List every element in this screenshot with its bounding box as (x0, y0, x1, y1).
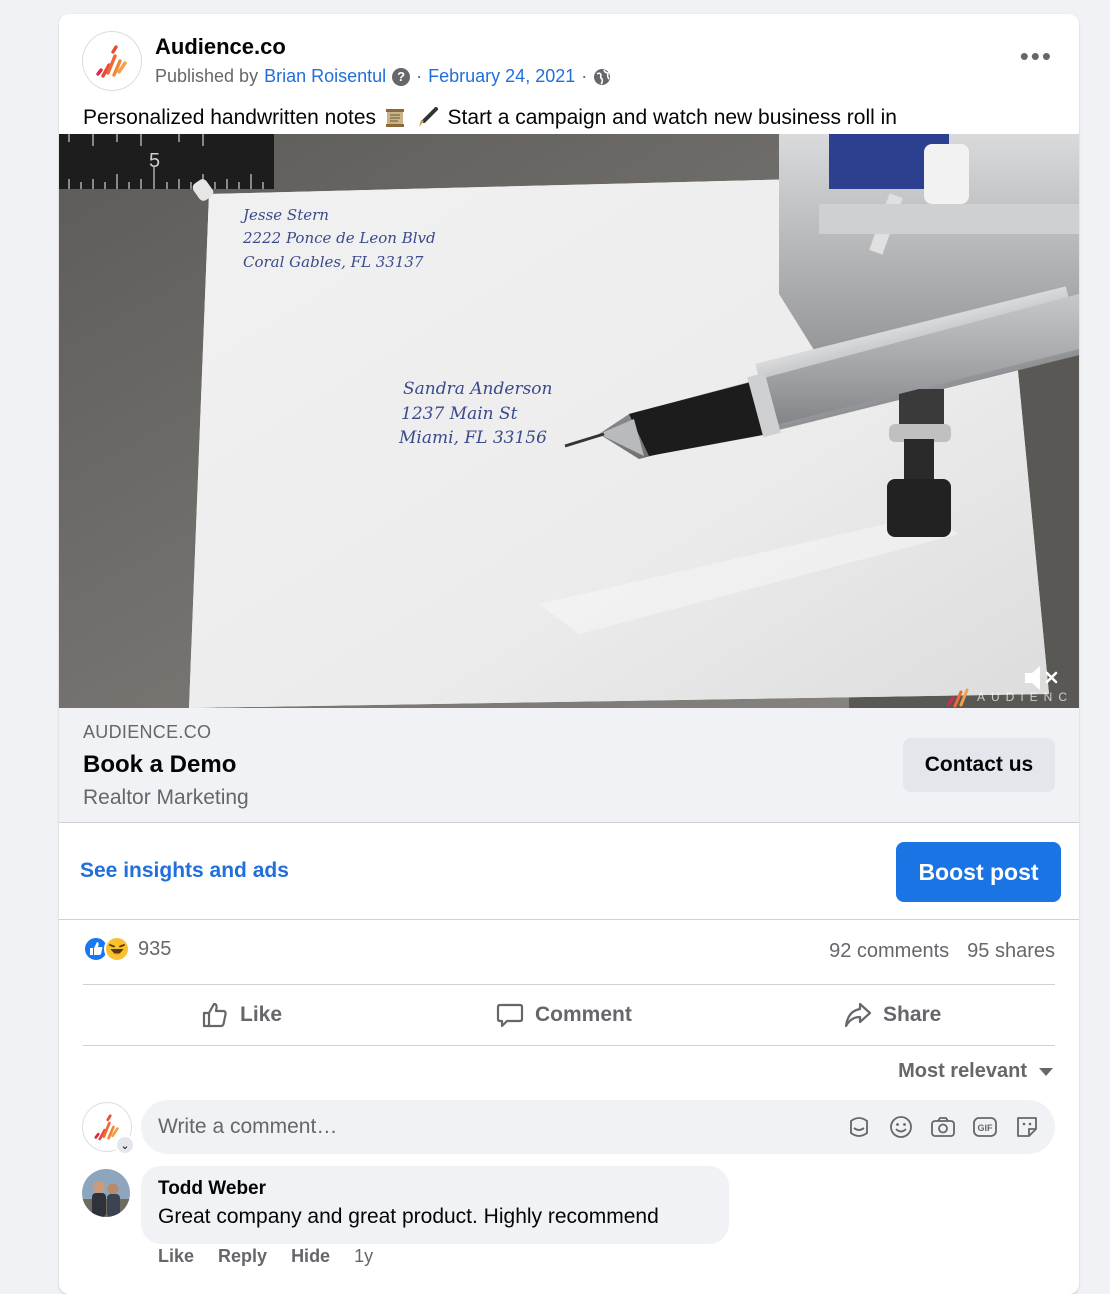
more-options-icon[interactable]: ••• (1020, 43, 1053, 69)
composer-icons: GIF (845, 1113, 1041, 1141)
post-card: Audience.co Published by Brian Roisentul… (59, 14, 1079, 1294)
help-icon[interactable]: ? (392, 67, 411, 86)
engagement-stats: 92 comments 95 shares (829, 940, 1055, 963)
share-button[interactable]: Share (843, 985, 941, 1045)
shares-count[interactable]: 95 shares (967, 940, 1055, 963)
avatar-sticker-icon[interactable] (845, 1113, 873, 1141)
commenter-photo (82, 1169, 130, 1217)
sticker-icon[interactable] (1013, 1113, 1041, 1141)
gif-icon[interactable]: GIF (971, 1113, 999, 1141)
ruler-number: 5 (149, 150, 160, 172)
like-button[interactable]: Like (200, 985, 282, 1045)
page-name[interactable]: Audience.co (155, 34, 286, 60)
emoji-icon[interactable] (887, 1113, 915, 1141)
reaction-count: 935 (138, 937, 172, 960)
camera-icon[interactable] (929, 1113, 957, 1141)
author-link[interactable]: Brian Roisentul (264, 66, 386, 87)
published-by-label: Published by (155, 66, 259, 86)
like-label: Like (240, 1003, 283, 1026)
svg-text:GIF: GIF (978, 1123, 994, 1133)
comment-placeholder: Write a comment… (158, 1115, 338, 1138)
comment-like-link[interactable]: Like (158, 1246, 194, 1267)
comment-button[interactable]: Comment (495, 985, 632, 1045)
contact-us-button[interactable]: Contact us (903, 738, 1055, 792)
post-date[interactable]: February 24, 2021 (428, 66, 575, 87)
caption-text-start: Personalized handwritten notes (83, 106, 377, 129)
comment-hide-link[interactable]: Hide (291, 1246, 330, 1267)
recipient-address-line: 1237 Main St (401, 404, 518, 424)
caption-text-end: Start a campaign and watch new business … (447, 106, 897, 129)
comment-text: Great company and great product. Highly … (158, 1205, 659, 1228)
thumbs-up-icon (202, 1002, 227, 1028)
meta-separator: · (416, 66, 423, 86)
comment-actions: Like Reply Hide 1y (158, 1246, 373, 1267)
scroll-emoji-icon (385, 109, 404, 128)
post-meta: Published by Brian Roisentul ? · Februar… (155, 66, 611, 87)
recipient-address-line: Sandra Anderson (403, 379, 552, 399)
comment-age[interactable]: 1y (354, 1246, 373, 1267)
preview-title[interactable]: Book a Demo (83, 751, 236, 779)
comment-label: Comment (535, 1003, 632, 1026)
commenter-avatar[interactable] (82, 1169, 130, 1217)
haha-reaction-icon (104, 936, 130, 962)
return-address-line: Coral Gables, FL 33137 (243, 253, 424, 271)
return-address-line: Jesse Stern (240, 206, 329, 224)
return-address-line: 2222 Ponce de Leon Blvd (242, 229, 436, 247)
commenter-name[interactable]: Todd Weber (158, 1178, 266, 1200)
share-label: Share (883, 1003, 942, 1026)
caret-down-icon (1039, 1067, 1053, 1076)
link-preview[interactable]: AUDIENCE.CO Book a Demo Realtor Marketin… (59, 708, 1079, 823)
sort-label: Most relevant (898, 1060, 1027, 1082)
page-avatar[interactable] (82, 31, 142, 91)
meta-separator: · (581, 66, 588, 86)
video-frame: 5 Jesse Stern 2222 Ponce de Leon Blvd Co… (59, 134, 1079, 708)
action-bar: Like Comment Share (83, 984, 1055, 1046)
chevron-down-icon[interactable]: ⌄ (115, 1135, 135, 1155)
share-arrow-icon (844, 1002, 872, 1028)
preview-subtitle: Realtor Marketing (83, 786, 249, 809)
comment-bubble-icon (496, 1003, 524, 1028)
comments-count[interactable]: 92 comments (829, 940, 949, 963)
comment-input[interactable]: Write a comment… GIF (141, 1100, 1055, 1154)
comment-reply-link[interactable]: Reply (218, 1246, 267, 1267)
audience-logo-icon (96, 45, 127, 78)
comment-sort-dropdown[interactable]: Most relevant (898, 1060, 1053, 1083)
reaction-summary[interactable]: 935 (83, 936, 171, 962)
globe-icon[interactable] (593, 68, 611, 86)
composer-avatar[interactable]: ⌄ (82, 1102, 135, 1155)
preview-domain: AUDIENCE.CO (83, 722, 212, 742)
recipient-address-line: Miami, FL 33156 (398, 428, 547, 448)
see-insights-link[interactable]: See insights and ads (80, 859, 289, 883)
muted-speaker-icon[interactable] (1021, 662, 1061, 694)
post-caption: Personalized handwritten notes Start a c… (83, 106, 897, 130)
insights-bar: See insights and ads Boost post (59, 823, 1079, 920)
boost-post-button[interactable]: Boost post (896, 842, 1061, 902)
video-player[interactable]: 5 Jesse Stern 2222 Ponce de Leon Blvd Co… (59, 134, 1079, 708)
fountain-pen-emoji-icon (418, 107, 438, 128)
comment-bubble: Todd Weber Great company and great produ… (141, 1166, 729, 1244)
